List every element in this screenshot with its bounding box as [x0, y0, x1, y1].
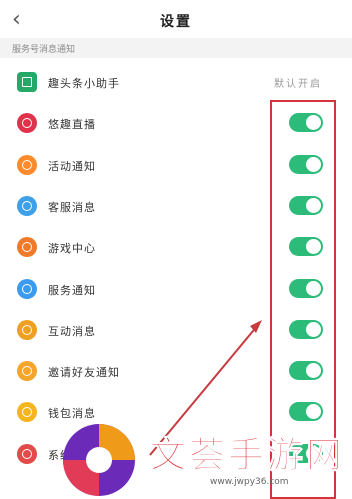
- annotation-arrow: [149, 320, 262, 456]
